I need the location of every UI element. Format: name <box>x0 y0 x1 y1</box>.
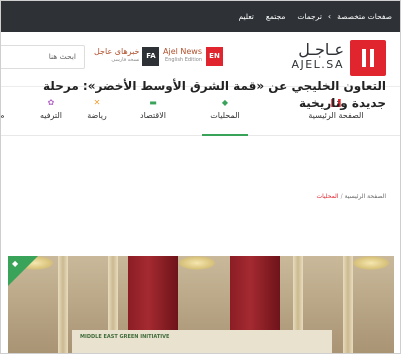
pillar <box>343 256 353 353</box>
breadcrumb-separator: / <box>340 193 343 200</box>
nav-item-label: المحليات <box>210 111 240 120</box>
logo-latin: AJEL.SA <box>291 58 344 71</box>
top-link-education[interactable]: تعليم <box>238 12 253 21</box>
english-edition-title: Ajel News <box>163 47 202 56</box>
chandelier <box>352 256 390 270</box>
breadcrumb-home[interactable]: الصفحة الرئيسية <box>345 193 386 200</box>
top-link-translations[interactable]: ترجمات <box>297 12 322 21</box>
top-link-community[interactable]: مجتمع <box>266 12 285 21</box>
site-logo-icon[interactable] <box>350 40 386 76</box>
chevron-left-icon: › <box>327 12 332 21</box>
site-logo-text[interactable]: عـاجـل AJEL.SA <box>291 41 344 71</box>
logo-arabic: عـاجـل <box>298 40 344 59</box>
nav-item-label: م <box>0 111 5 120</box>
nav-item-more[interactable]: م <box>0 87 12 136</box>
english-edition-text: Ajel News English Edition <box>163 48 202 64</box>
stage-banner: MIDDLE EAST GREEN INITIATIVE <box>72 330 332 353</box>
local-icon: ◆ <box>12 259 19 268</box>
breadcrumb: الصفحة الرئيسية/المحليات <box>316 193 386 200</box>
stage-banner-text: MIDDLE EAST GREEN INITIATIVE <box>80 334 170 340</box>
search-input[interactable]: ابحث هنا <box>1 45 85 69</box>
persian-edition-link[interactable]: خبرهای عاجل نسخه فارسی FA <box>94 44 160 68</box>
nav-item-label: الترفيه <box>39 111 62 120</box>
english-edition-link[interactable]: Ajel News English Edition EN <box>163 44 223 68</box>
chandelier <box>178 256 216 270</box>
pillar <box>58 256 68 353</box>
fa-badge: FA <box>142 46 160 66</box>
page: صفحات متخصصة › ترجمات مجتمع تعليم عـاجـل… <box>0 0 401 354</box>
nav-item-label: الاقتصاد <box>140 111 166 120</box>
english-edition-subtitle: English Edition <box>165 57 202 63</box>
logo-bar <box>362 49 366 67</box>
nav-item-label: الصفحة الرئيسية <box>308 111 364 120</box>
search-placeholder: ابحث هنا <box>48 52 76 61</box>
persian-edition-title: خبرهای عاجل <box>94 47 140 56</box>
article-hero-image: MIDDLE EAST GREEN INITIATIVE ◆ <box>8 256 394 353</box>
breadcrumb-current[interactable]: المحليات <box>316 193 338 200</box>
nav-item-label: رياضة <box>87 111 107 120</box>
persian-edition-text: خبرهای عاجل نسخه فارسی <box>94 48 139 64</box>
top-links: صفحات متخصصة › ترجمات مجتمع تعليم <box>238 1 392 32</box>
en-badge: EN <box>206 46 223 66</box>
top-link-specialized[interactable]: صفحات متخصصة <box>337 12 392 21</box>
article-title: التعاون الخليجي عن «قمة الشرق الأوسط الأ… <box>43 79 386 110</box>
logo-bar <box>370 49 374 67</box>
persian-edition-subtitle: نسخه فارسی <box>111 57 140 63</box>
top-bar: صفحات متخصصة › ترجمات مجتمع تعليم <box>1 1 400 32</box>
